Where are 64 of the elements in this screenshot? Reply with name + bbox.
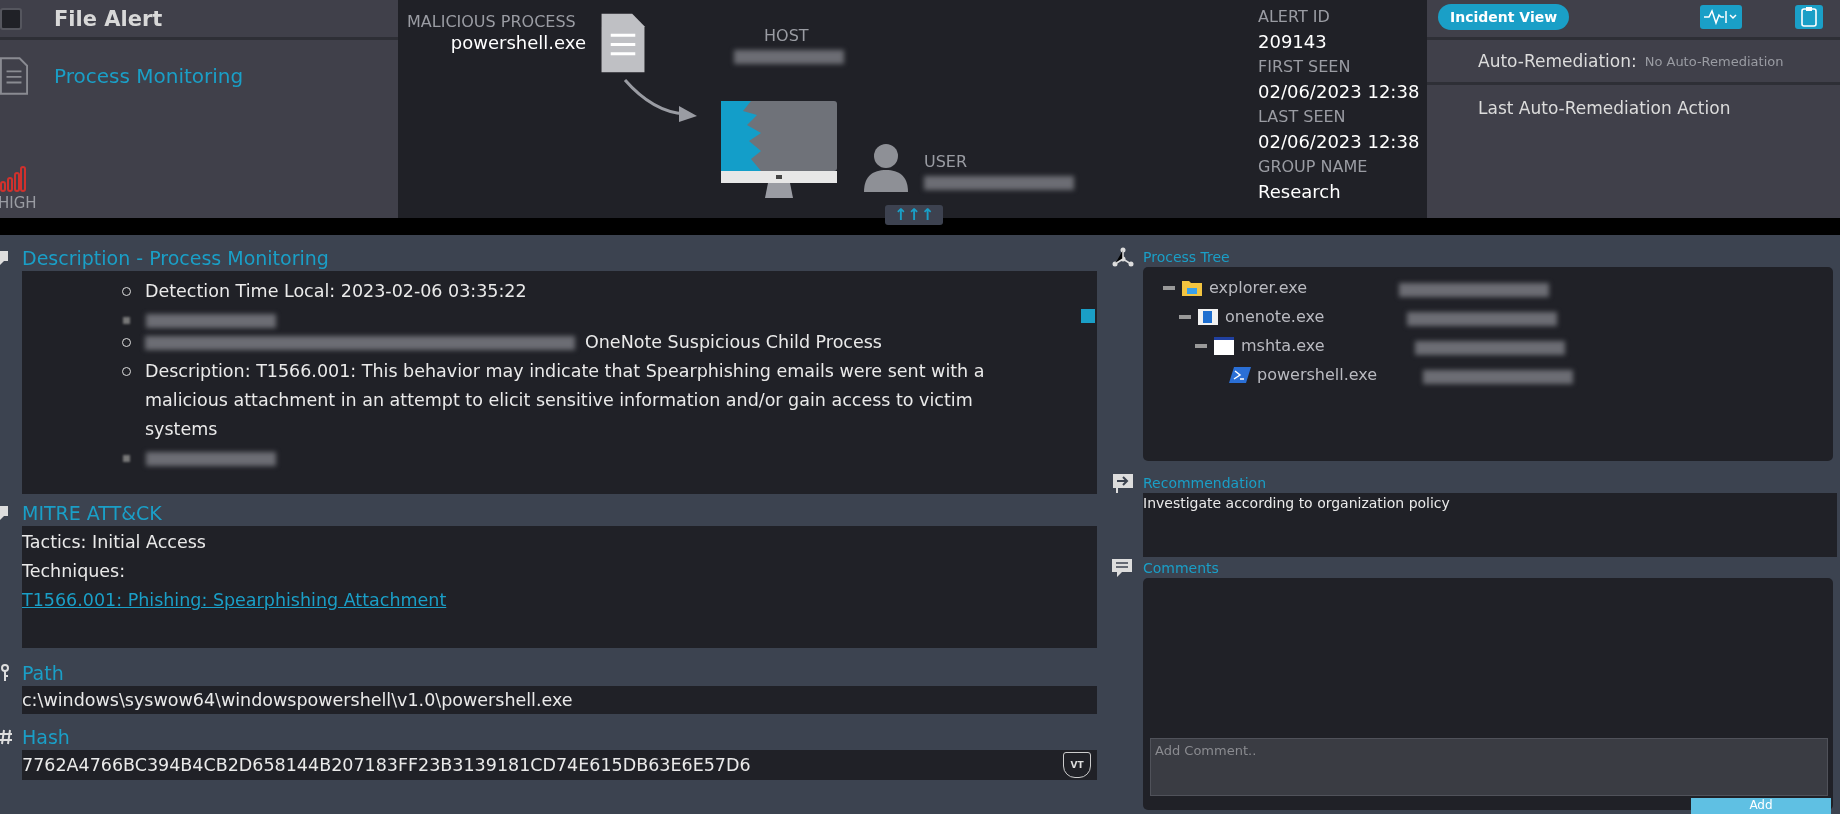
virustotal-button[interactable]: VT — [1063, 752, 1091, 778]
terminal-icon — [1229, 365, 1251, 384]
info-label: GROUP NAME — [1258, 156, 1369, 178]
info-value: 02/06/2023 12:38 — [1258, 130, 1420, 154]
process-label: MALICIOUS PROCESS — [407, 12, 576, 31]
process-name: powershell.exe — [449, 32, 586, 53]
app-window-icon — [1197, 307, 1219, 326]
technique-link[interactable]: T1566.001: Phishing: Spearphishing Attachment — [22, 586, 447, 615]
comment-icon — [1112, 559, 1132, 577]
process-name[interactable]: powershell.exe — [1257, 365, 1423, 384]
info-value: 209143 — [1258, 30, 1328, 54]
clipboard-button[interactable] — [1795, 4, 1824, 29]
collapse-icon[interactable] — [1179, 314, 1191, 319]
section-title: Process Tree — [1143, 249, 1230, 265]
hash-value: 7762A4766BC394B4CB2D658144B207183FF23B3139181CD74E615DB63E6E57D6 — [22, 755, 751, 775]
speech-icon — [0, 250, 10, 266]
severity-label: HIGH — [0, 194, 37, 212]
detail-text: OneNote Suspicious Child Process — [585, 331, 882, 354]
user-label: USER — [924, 152, 968, 171]
info-value: Research — [1258, 180, 1342, 204]
checkbox[interactable] — [0, 7, 22, 30]
tactics-text: Tactics: Initial Access — [22, 531, 206, 554]
path-value: c:\windows\syswow64\windowspowershell\v1.0\powershell.exe — [22, 690, 573, 710]
exit-arrow-icon — [1112, 473, 1134, 493]
comment-field[interactable]: Add Comment.. — [1150, 738, 1828, 796]
bullet-icon — [123, 455, 130, 462]
collapse-icon[interactable] — [1195, 343, 1207, 348]
path-icon — [0, 664, 10, 682]
info-label: ALERT ID — [1258, 6, 1331, 28]
detail-text: Detection Time Local: 2023-02-06 03:35:22 — [145, 280, 527, 303]
section-title: Comments — [1143, 560, 1219, 576]
info-value: 02/06/2023 12:38 — [1258, 80, 1420, 104]
process-name[interactable]: onenote.exe — [1225, 307, 1407, 326]
info-label: FIRST SEEN — [1258, 56, 1352, 78]
info-label: LAST SEEN — [1258, 106, 1347, 128]
alert-title: File Alert — [54, 6, 163, 31]
techniques-label: Techniques: — [22, 560, 126, 583]
remediation-label: Auto-Remediation: — [1478, 51, 1637, 71]
process-name[interactable]: mshta.exe — [1241, 336, 1415, 355]
section-title: Hash — [22, 726, 70, 748]
detail-text: Description: T1566.001: This behavior may indicate that Spearphishing emails were sent with a malicious attachment in an attempt to elicit sensitive information and/or gain access to victim systems — [145, 360, 986, 441]
user-icon — [862, 142, 910, 192]
document-icon — [600, 12, 646, 74]
hash-icon — [0, 729, 12, 745]
activity-dropdown-button[interactable] — [1700, 4, 1743, 29]
document-icon — [0, 56, 28, 96]
remediation-value: No Auto-Remediation — [1644, 53, 1784, 69]
host-label: HOST — [764, 26, 809, 45]
window-icon — [1213, 335, 1235, 356]
section-title: MITRE ATT&CK — [22, 502, 162, 524]
speech-icon — [0, 505, 10, 521]
arrow-icon — [623, 78, 698, 124]
recommendation-text: Investigate according to organization policy — [1143, 495, 1450, 511]
scrollbar-thumb[interactable] — [1081, 309, 1095, 323]
computer-icon — [720, 100, 838, 200]
last-action-label: Last Auto-Remediation Action — [1478, 97, 1731, 118]
section-title: Description - Process Monitoring — [22, 247, 329, 269]
network-icon — [1112, 247, 1134, 267]
folder-icon — [1181, 278, 1203, 297]
process-name[interactable]: explorer.exe — [1209, 278, 1399, 297]
section-title: Path — [22, 662, 64, 684]
bullet-icon — [123, 317, 130, 324]
section-title: Recommendation — [1143, 475, 1267, 491]
collapse-icon[interactable] — [1163, 285, 1175, 290]
